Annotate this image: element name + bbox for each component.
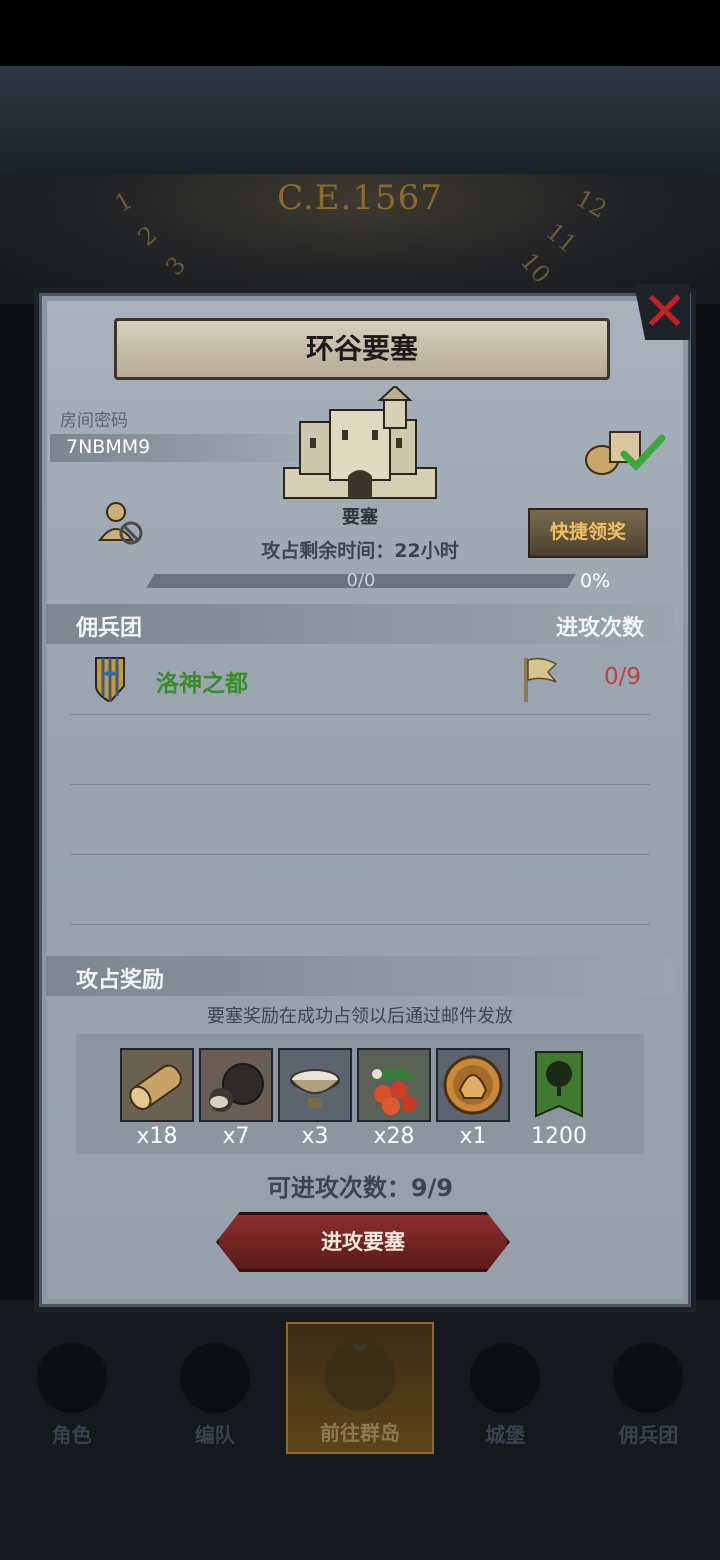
reward-count: x18 <box>136 1124 178 1149</box>
bird-shield-icon <box>95 657 125 702</box>
bowl-icon <box>278 1048 352 1122</box>
reward-bag-check-icon[interactable] <box>584 426 668 476</box>
reward-count: x28 <box>373 1124 415 1149</box>
capture-progress-text: 0/0 <box>346 570 376 591</box>
nav-label: 编队 <box>194 1423 235 1447</box>
reward-count: x3 <box>301 1124 329 1149</box>
rewards-note: 要塞奖励在成功占领以后通过邮件发放 <box>207 1006 513 1027</box>
reward-item[interactable] <box>357 1048 431 1122</box>
reward-item[interactable] <box>120 1048 194 1122</box>
top-background <box>0 66 720 174</box>
room-password-value: 7NBMM9 <box>66 436 151 458</box>
castle-icon <box>470 1343 541 1413</box>
remaining-time: 攻占剩余时间：22小时 <box>261 540 459 562</box>
nav-label: 角色 <box>51 1423 92 1447</box>
nav-label: 城堡 <box>485 1423 526 1447</box>
reward-item[interactable] <box>199 1048 273 1122</box>
helmet-icon <box>179 1343 250 1413</box>
islands-icon <box>325 1341 395 1411</box>
panel-title: 环谷要塞 <box>114 318 610 380</box>
attack-fortress-button[interactable]: 进攻要塞 <box>216 1212 510 1272</box>
status-bar <box>0 0 720 66</box>
attacks-column-header: 进攻次数 <box>555 616 644 641</box>
mercenary-ship-icon <box>613 1343 684 1413</box>
berries-icon <box>357 1048 431 1122</box>
nav-item-islands[interactable]: ⌄ 前往群岛 <box>286 1322 434 1454</box>
guild-attack-count: 0/9 <box>604 664 642 690</box>
row-divider <box>70 924 650 925</box>
reward-count: x1 <box>459 1124 487 1149</box>
rewards-section-title: 攻占奖励 <box>76 968 165 993</box>
room-password-label: 房间密码 <box>60 411 128 431</box>
reward-item[interactable] <box>532 1048 606 1122</box>
nav-item-formation[interactable]: 编队 <box>143 1322 286 1454</box>
bottom-nav: 角色 编队 ⌄ 前往群岛 城堡 佣兵团 <box>0 1322 720 1454</box>
nav-label: 佣兵团 <box>618 1423 679 1447</box>
knight-icon <box>36 1343 107 1413</box>
fortress-icon <box>283 386 437 499</box>
nav-item-character[interactable]: 角色 <box>0 1322 143 1454</box>
capture-progress-percent: 0% <box>580 570 611 592</box>
nav-item-mercenary[interactable]: 佣兵团 <box>577 1322 720 1454</box>
flag-icon <box>524 657 558 702</box>
guild-name: 洛神之都 <box>156 671 248 697</box>
ore-icon <box>199 1048 273 1122</box>
mercenary-section-title: 佣兵团 <box>76 616 143 641</box>
fortress-type: 要塞 <box>342 507 378 528</box>
tree-banner-icon <box>532 1048 586 1122</box>
reward-item[interactable] <box>278 1048 352 1122</box>
row-divider <box>70 854 650 855</box>
wood-log-icon <box>120 1048 194 1122</box>
close-icon: ✕ <box>642 280 688 343</box>
era-text: C.E.1567 <box>277 178 443 218</box>
reward-item[interactable] <box>436 1048 510 1122</box>
attacks-remaining: 可进攻次数：9/9 <box>266 1174 454 1202</box>
nav-item-castle[interactable]: 城堡 <box>434 1322 577 1454</box>
row-divider <box>70 784 650 785</box>
nav-label: 前往群岛 <box>320 1421 400 1445</box>
row-divider <box>70 714 650 715</box>
reward-count: x7 <box>222 1124 250 1149</box>
helmet-medal-icon <box>436 1048 510 1122</box>
reward-count: 1200 <box>531 1124 587 1149</box>
